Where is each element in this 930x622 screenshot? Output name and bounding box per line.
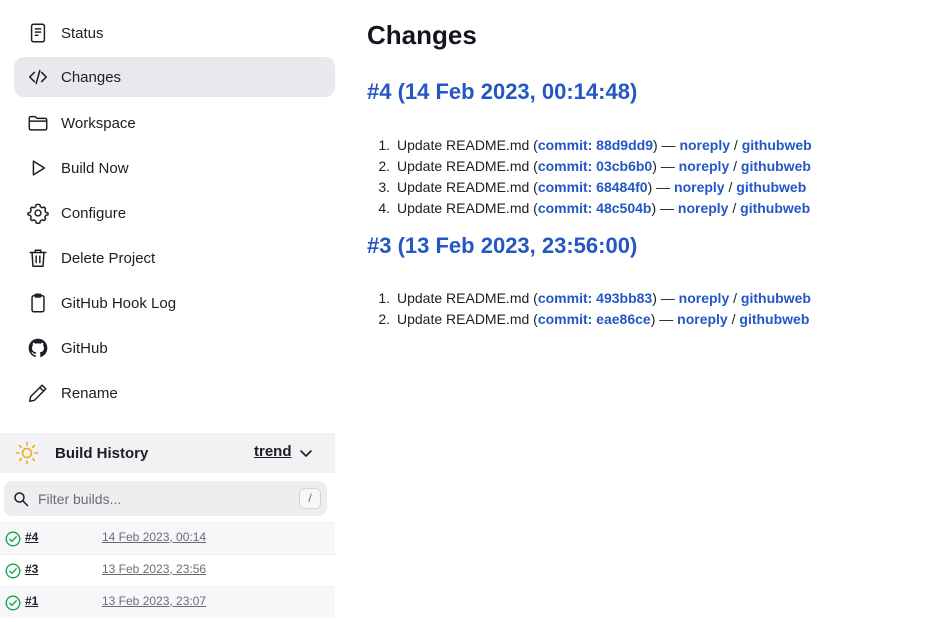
commit-link[interactable]: commit: 493bb83 — [538, 290, 652, 306]
author-link[interactable]: noreply — [679, 290, 730, 306]
build-history-title: Build History — [55, 444, 149, 462]
task-label: Delete Project — [61, 249, 156, 267]
githubweb-link[interactable]: githubweb — [736, 179, 806, 195]
task-label: Changes — [61, 68, 122, 86]
build-date-link[interactable]: 13 Feb 2023, 23:07 — [102, 594, 206, 608]
task-label: GitHub — [61, 339, 108, 357]
filter-builds-input[interactable] — [38, 490, 278, 507]
task-github-hook-log[interactable]: GitHub Hook Log — [14, 283, 335, 323]
task-label: Configure — [61, 204, 127, 222]
build-number-link[interactable]: #4 — [25, 530, 38, 544]
sidebar: Status Changes Workspace Build Now Confi… — [0, 0, 335, 622]
commit-message: Update README.md — [397, 179, 530, 195]
commit-link[interactable]: commit: 48c504b — [538, 200, 652, 216]
gear-icon — [26, 201, 50, 225]
change-item: 1. Update README.md (commit: 88d9dd9) — n… — [357, 135, 812, 156]
build-date-link[interactable]: 14 Feb 2023, 00:14 — [102, 530, 206, 544]
task-build-now[interactable]: Build Now — [14, 148, 335, 188]
commit-link[interactable]: commit: 88d9dd9 — [538, 137, 653, 153]
folder-icon — [26, 111, 50, 135]
pencil-icon — [26, 381, 50, 405]
build-4-heading-link[interactable]: #4 (14 Feb 2023, 00:14:48) — [367, 79, 637, 105]
success-check-icon — [5, 563, 21, 579]
build-3-changes-list: 1. Update README.md (commit: 493bb83) — n… — [357, 288, 811, 330]
change-item: 1. Update README.md (commit: 493bb83) — n… — [357, 288, 811, 309]
item-number: 2. — [378, 311, 390, 327]
build-history-header: Build History trend — [0, 433, 335, 473]
task-changes[interactable]: Changes — [14, 57, 335, 97]
change-item: 3. Update README.md (commit: 68484f0) — n… — [357, 177, 812, 198]
item-number: 4. — [378, 200, 390, 216]
task-label: Build Now — [61, 159, 129, 177]
search-icon — [14, 491, 29, 506]
build-4-changes-list: 1. Update README.md (commit: 88d9dd9) — n… — [357, 135, 812, 219]
play-icon — [26, 156, 50, 180]
author-link[interactable]: noreply — [679, 137, 730, 153]
page-title: Changes — [367, 20, 477, 50]
commit-message: Update README.md — [397, 311, 530, 327]
item-number: 1. — [378, 290, 390, 306]
commit-message: Update README.md — [397, 137, 530, 153]
success-check-icon — [5, 531, 21, 547]
trend-link[interactable]: trend — [254, 443, 292, 460]
success-check-icon — [5, 595, 21, 611]
githubweb-link[interactable]: githubweb — [740, 200, 810, 216]
task-rename[interactable]: Rename — [14, 373, 335, 413]
item-number: 2. — [378, 158, 390, 174]
build-number-link[interactable]: #3 — [25, 562, 38, 576]
task-configure[interactable]: Configure — [14, 193, 335, 233]
filter-builds-box: / — [4, 481, 327, 516]
task-github[interactable]: GitHub — [14, 328, 335, 368]
githubweb-link[interactable]: githubweb — [741, 290, 811, 306]
author-link[interactable]: noreply — [674, 179, 725, 195]
build-number-link[interactable]: #1 — [25, 594, 38, 608]
trash-icon — [26, 246, 50, 270]
clipboard-icon — [26, 291, 50, 315]
build-row[interactable]: #1 13 Feb 2023, 23:07 — [0, 586, 335, 618]
github-icon — [26, 336, 50, 360]
commit-link[interactable]: commit: eae86ce — [538, 311, 651, 327]
commit-message: Update README.md — [397, 290, 530, 306]
chevron-down-icon[interactable] — [298, 445, 314, 461]
author-link[interactable]: noreply — [678, 200, 729, 216]
sun-icon — [15, 441, 39, 465]
task-label: Workspace — [61, 114, 136, 132]
item-number: 3. — [378, 179, 390, 195]
task-delete-project[interactable]: Delete Project — [14, 238, 335, 278]
author-link[interactable]: noreply — [677, 311, 728, 327]
build-3-heading-link[interactable]: #3 (13 Feb 2023, 23:56:00) — [367, 233, 637, 259]
task-label: GitHub Hook Log — [61, 294, 177, 312]
githubweb-link[interactable]: githubweb — [741, 158, 811, 174]
keyboard-shortcut-hint: / — [299, 488, 321, 509]
build-row[interactable]: #3 13 Feb 2023, 23:56 — [0, 554, 335, 586]
commit-message: Update README.md — [397, 158, 530, 174]
commit-link[interactable]: commit: 03cb6b0 — [538, 158, 652, 174]
build-row[interactable]: #4 14 Feb 2023, 00:14 — [0, 522, 335, 554]
task-workspace[interactable]: Workspace — [14, 103, 335, 143]
task-status[interactable]: Status — [14, 13, 335, 53]
githubweb-link[interactable]: githubweb — [739, 311, 809, 327]
author-link[interactable]: noreply — [679, 158, 730, 174]
githubweb-link[interactable]: githubweb — [742, 137, 812, 153]
item-number: 1. — [378, 137, 390, 153]
document-icon — [26, 21, 50, 45]
change-item: 2. Update README.md (commit: 03cb6b0) — n… — [357, 156, 812, 177]
change-item: 2. Update README.md (commit: eae86ce) — n… — [357, 309, 811, 330]
change-item: 4. Update README.md (commit: 48c504b) — n… — [357, 198, 812, 219]
task-label: Status — [61, 24, 104, 42]
commit-message: Update README.md — [397, 200, 530, 216]
commit-link[interactable]: commit: 68484f0 — [538, 179, 648, 195]
build-date-link[interactable]: 13 Feb 2023, 23:56 — [102, 562, 206, 576]
code-icon — [26, 65, 50, 89]
task-label: Rename — [61, 384, 118, 402]
